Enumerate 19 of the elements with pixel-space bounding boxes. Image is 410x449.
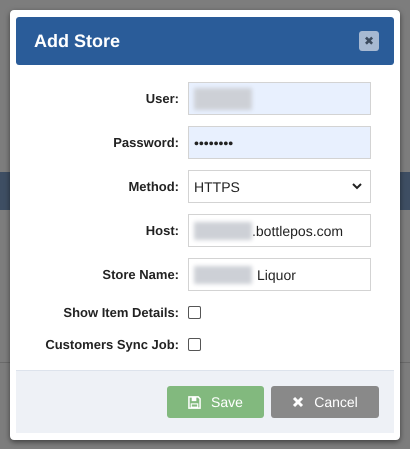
input-field[interactable] bbox=[188, 82, 371, 115]
field-label: Password: bbox=[112, 135, 179, 150]
method-select[interactable]: HTTPS bbox=[188, 170, 371, 203]
field-label: User: bbox=[144, 91, 179, 106]
checkbox[interactable] bbox=[188, 306, 201, 319]
input-field[interactable]: •••••••• bbox=[188, 126, 371, 159]
close-button[interactable]: ✖ bbox=[359, 31, 379, 51]
cancel-button[interactable]: Cancel bbox=[271, 386, 379, 418]
input-field[interactable]: Liquor bbox=[188, 258, 371, 291]
field-label: Host: bbox=[144, 223, 179, 238]
field-label: Method: bbox=[127, 179, 179, 194]
field-label: Customers Sync Job: bbox=[44, 337, 179, 352]
field-label: Store Name: bbox=[101, 267, 179, 282]
checkbox[interactable] bbox=[188, 338, 201, 351]
input-field[interactable]: .bottlepos.com bbox=[188, 214, 371, 247]
chevron-down-icon bbox=[352, 183, 362, 190]
dialog-title: Add Store bbox=[34, 30, 120, 52]
close-icon bbox=[292, 396, 304, 408]
field-label: Show Item Details: bbox=[62, 305, 179, 320]
